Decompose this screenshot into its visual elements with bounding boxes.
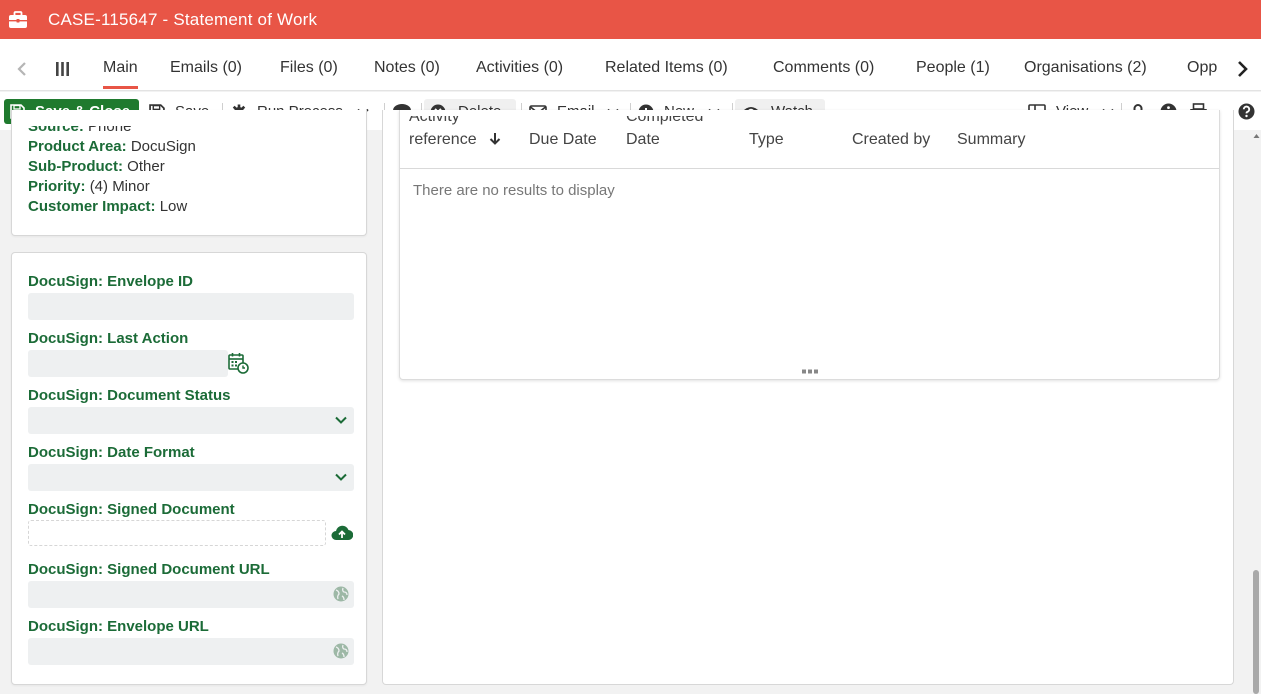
tab-emails[interactable]: Emails (0) bbox=[170, 59, 242, 77]
columns-icon[interactable] bbox=[55, 62, 70, 76]
date-format-select[interactable] bbox=[28, 464, 354, 491]
tab-bar: Main Emails (0) Files (0) Notes (0) Acti… bbox=[0, 39, 1261, 91]
case-details-panel: Source: Phone Product Area: DocuSign Sub… bbox=[11, 110, 367, 236]
customer-impact-line: Customer Impact: Low bbox=[28, 198, 188, 215]
tab-notes[interactable]: Notes (0) bbox=[374, 59, 440, 77]
priority-line: Priority: (4) Minor bbox=[28, 178, 150, 195]
source-line: Source: Phone bbox=[28, 118, 132, 135]
signed-document-label: DocuSign: Signed Document bbox=[28, 501, 235, 518]
tab-activities[interactable]: Activities (0) bbox=[476, 59, 563, 77]
help-button[interactable] bbox=[1238, 99, 1255, 124]
scrollbar-thumb[interactable] bbox=[1253, 570, 1259, 694]
scroll-up-icon[interactable] bbox=[1253, 132, 1260, 140]
activities-panel: Activity reference Due Date Completed Da… bbox=[382, 110, 1234, 685]
date-format-label: DocuSign: Date Format bbox=[28, 444, 195, 461]
activities-grid: Activity reference Due Date Completed Da… bbox=[399, 110, 1220, 380]
vertical-scrollbar[interactable] bbox=[1252, 130, 1261, 694]
header-divider bbox=[400, 168, 1219, 169]
last-action-field[interactable] bbox=[28, 350, 249, 377]
resize-handle-icon[interactable] bbox=[802, 369, 818, 374]
envelope-id-field[interactable] bbox=[28, 293, 354, 320]
tab-comments[interactable]: Comments (0) bbox=[773, 59, 874, 77]
signed-document-url-label: DocuSign: Signed Document URL bbox=[28, 561, 270, 578]
column-activity-reference[interactable]: Activity reference bbox=[409, 116, 501, 151]
page-title: CASE-115647 - Statement of Work bbox=[48, 9, 318, 29]
document-status-select[interactable] bbox=[28, 407, 354, 434]
chevron-down-icon bbox=[335, 416, 347, 424]
tab-people[interactable]: People (1) bbox=[916, 59, 990, 77]
column-type[interactable]: Type bbox=[749, 128, 784, 151]
product-area-line: Product Area: DocuSign bbox=[28, 138, 196, 155]
document-status-label: DocuSign: Document Status bbox=[28, 387, 231, 404]
title-bar: CASE-115647 - Statement of Work bbox=[0, 0, 1261, 39]
envelope-id-label: DocuSign: Envelope ID bbox=[28, 273, 194, 290]
last-action-label: DocuSign: Last Action bbox=[28, 330, 189, 347]
column-summary[interactable]: Summary bbox=[957, 128, 1025, 151]
briefcase-icon bbox=[9, 10, 27, 28]
tab-organisations[interactable]: Organisations (2) bbox=[1024, 59, 1147, 77]
question-circle-icon bbox=[1238, 103, 1255, 120]
tab-files[interactable]: Files (0) bbox=[280, 59, 338, 77]
tab-main[interactable]: Main bbox=[103, 59, 138, 89]
column-completed-date[interactable]: Completed Date bbox=[626, 116, 703, 151]
tab-opportunities[interactable]: Opp bbox=[1187, 59, 1218, 77]
cloud-upload-icon[interactable] bbox=[331, 524, 353, 541]
globe-icon[interactable] bbox=[333, 586, 349, 602]
envelope-url-field[interactable] bbox=[28, 638, 354, 665]
signed-document-dropzone[interactable] bbox=[28, 520, 326, 546]
signed-document-url-field[interactable] bbox=[28, 581, 354, 608]
chevron-down-icon bbox=[335, 473, 347, 481]
column-created-by[interactable]: Created by bbox=[852, 128, 930, 151]
envelope-url-label: DocuSign: Envelope URL bbox=[28, 618, 209, 635]
tab-related-items[interactable]: Related Items (0) bbox=[605, 59, 728, 77]
empty-message: There are no results to display bbox=[413, 182, 615, 199]
calendar-clock-icon[interactable] bbox=[227, 352, 249, 374]
sub-product-line: Sub-Product: Other bbox=[28, 158, 165, 175]
docusign-panel: DocuSign: Envelope ID DocuSign: Last Act… bbox=[11, 252, 367, 685]
chevron-right-icon[interactable] bbox=[1234, 60, 1250, 78]
column-due-date[interactable]: Due Date bbox=[529, 128, 597, 151]
sort-descending-icon bbox=[489, 133, 501, 145]
chevron-left-icon[interactable] bbox=[14, 61, 30, 77]
globe-icon[interactable] bbox=[333, 643, 349, 659]
